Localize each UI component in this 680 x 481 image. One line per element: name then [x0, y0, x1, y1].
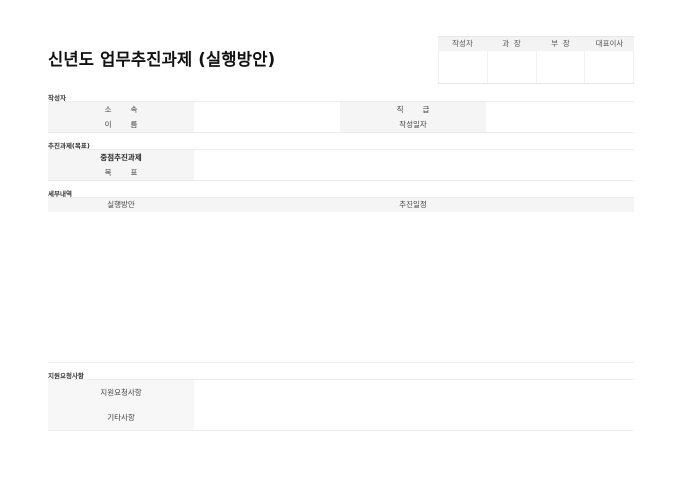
position-field[interactable] [486, 102, 634, 117]
date-label: 작성일자 [340, 117, 486, 132]
approval-header-row: 작성자 과 장 부 장 대표이사 [438, 37, 634, 51]
goal-label: 목 표 [48, 165, 194, 180]
approval-header-director: 부 장 [551, 39, 570, 48]
approval-box: 작성자 과 장 부 장 대표이사 [438, 36, 634, 84]
key-task-field[interactable] [194, 150, 634, 165]
approval-header-manager: 과 장 [502, 39, 521, 48]
schedule-content-area[interactable] [340, 212, 634, 362]
approval-sign-author[interactable] [438, 51, 488, 83]
divider [48, 362, 634, 363]
divider [48, 132, 634, 133]
date-field[interactable] [486, 117, 634, 132]
schedule-header-fill [486, 198, 634, 212]
approval-header-author: 작성자 [452, 39, 473, 48]
plan-label: 실행방안 [48, 198, 194, 212]
dept-label: 소 속 [48, 102, 194, 117]
approval-sign-director[interactable] [537, 51, 586, 83]
divider [48, 430, 634, 431]
schedule-label: 추진일정 [340, 198, 486, 212]
plan-content-area[interactable] [48, 212, 340, 362]
approval-sign-ceo[interactable] [585, 51, 634, 83]
approval-sign-row [438, 51, 634, 83]
name-label: 이 름 [48, 117, 194, 132]
approval-sign-manager[interactable] [488, 51, 537, 83]
other-label: 기타사항 [48, 405, 194, 430]
plan-header-fill [194, 198, 340, 212]
divider [48, 180, 634, 181]
position-label: 직 급 [340, 102, 486, 117]
key-task-label: 중점추진과제 [48, 150, 194, 165]
name-field[interactable] [194, 117, 340, 132]
approval-header-ceo: 대표이사 [595, 39, 624, 48]
page-title: 신년도 업무추진과제 (실행방안) [48, 50, 276, 69]
dept-field[interactable] [194, 102, 340, 117]
goal-field[interactable] [194, 165, 634, 180]
other-field[interactable] [194, 405, 634, 430]
support-request-field[interactable] [194, 380, 634, 405]
support-request-label: 지원요청사항 [48, 380, 194, 405]
